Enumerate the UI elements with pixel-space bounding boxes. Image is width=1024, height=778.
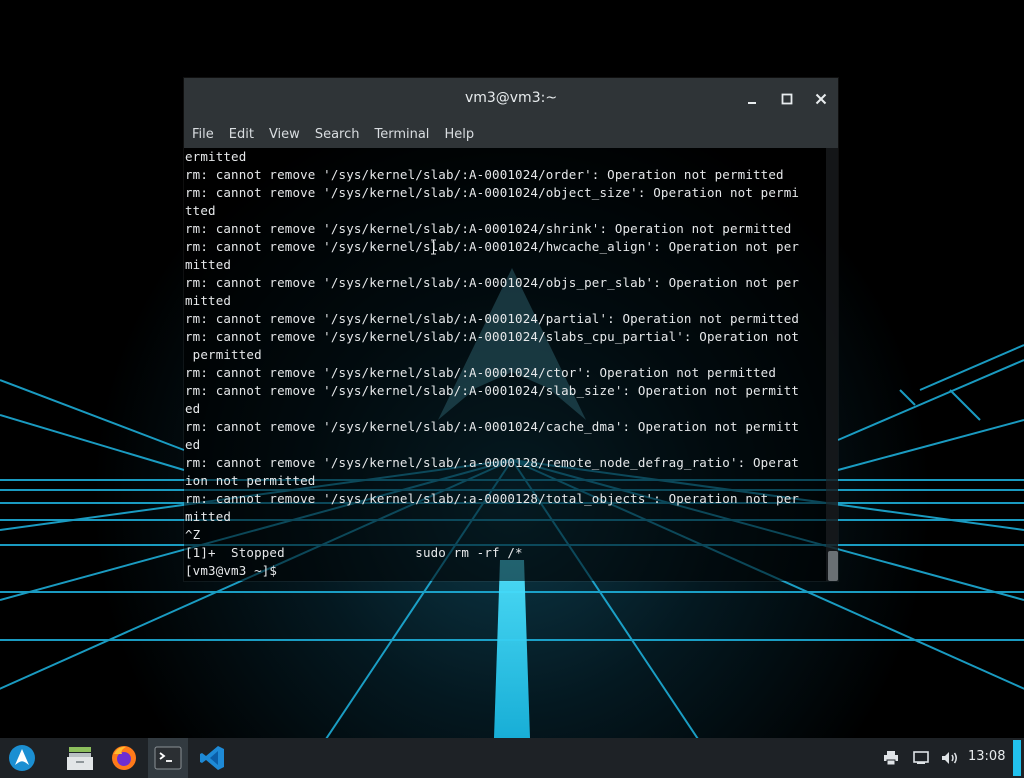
text-cursor-icon [430,239,437,255]
menu-terminal[interactable]: Terminal [374,127,429,142]
terminal-line: ermitted [185,149,247,164]
volume-icon[interactable] [940,748,960,768]
terminal-line: rm: cannot remove '/sys/kernel/slab/:a-0… [185,455,800,470]
close-button[interactable] [811,89,831,109]
network-icon[interactable] [911,748,931,768]
terminal-line: rm: cannot remove '/sys/kernel/slab/:A-0… [185,275,800,290]
terminal-line: rm: cannot remove '/sys/kernel/slab/:A-0… [185,167,784,182]
minimize-button[interactable] [742,89,762,109]
terminal-line: rm: cannot remove '/sys/kernel/slab/:a-0… [185,491,800,506]
terminal-line: rm: cannot remove '/sys/kernel/slab/:A-0… [185,383,800,398]
vscode-icon [200,746,224,770]
terminal-line: tted [185,203,216,218]
terminal-line: rm: cannot remove '/sys/kernel/slab/:A-0… [185,239,800,254]
terminal-line: rm: cannot remove '/sys/kernel/slab/:A-0… [185,365,777,380]
menu-search[interactable]: Search [315,127,360,142]
terminal-output[interactable]: ermitted rm: cannot remove '/sys/kernel/… [184,148,826,581]
terminal-line: rm: cannot remove '/sys/kernel/slab/:A-0… [185,329,800,344]
window-title: vm3@vm3:~ [464,90,558,106]
terminal-line: rm: cannot remove '/sys/kernel/slab/:A-0… [185,419,800,434]
terminal-prompt: [vm3@vm3 ~]$ [185,563,285,578]
menu-bar: File Edit View Search Terminal Help [184,120,838,148]
terminal-line: ^Z [185,527,201,542]
terminal-scrollbar[interactable] [826,148,838,581]
maximize-button[interactable] [777,89,797,109]
arch-logo-icon [9,745,35,771]
terminal-window: vm3@vm3:~ File Edit View Search Terminal… [184,78,838,581]
file-manager-icon [67,747,93,770]
scrollbar-thumb[interactable] [828,551,838,581]
close-icon [815,93,827,105]
terminal-line: ed [185,437,201,452]
terminal-line: rm: cannot remove '/sys/kernel/slab/:A-0… [185,311,800,326]
firefox-app-button[interactable] [104,738,144,778]
terminal-line: ed [185,401,201,416]
terminal-line: permitted [185,347,262,362]
terminal-line: [1]+ Stopped sudo rm -rf /* [185,545,523,560]
terminal-line: rm: cannot remove '/sys/kernel/slab/:A-0… [185,221,792,236]
terminal-line: mitted [185,509,232,524]
terminal-line: ion not permitted [185,473,316,488]
minimize-icon [748,102,756,104]
show-desktop-button[interactable] [1013,740,1021,776]
vscode-app-button[interactable] [192,738,232,778]
printer-icon[interactable] [881,748,901,768]
terminal-line: mitted [185,257,232,272]
menu-file[interactable]: File [192,127,214,142]
menu-edit[interactable]: Edit [229,127,254,142]
terminal-icon [154,746,182,770]
app-menu-button[interactable] [2,738,42,778]
menu-view[interactable]: View [269,127,300,142]
firefox-icon [112,746,136,770]
menu-help[interactable]: Help [444,127,474,142]
terminal-line: mitted [185,293,232,308]
terminal-line: rm: cannot remove '/sys/kernel/slab/:A-0… [185,185,800,200]
maximize-icon [781,93,793,105]
files-app-button[interactable] [60,738,100,778]
taskbar-clock[interactable]: 13:08 [968,749,1005,764]
window-titlebar[interactable]: vm3@vm3:~ [184,78,838,120]
taskbar: 13:08 [0,738,1024,778]
terminal-app-button[interactable] [148,738,188,778]
